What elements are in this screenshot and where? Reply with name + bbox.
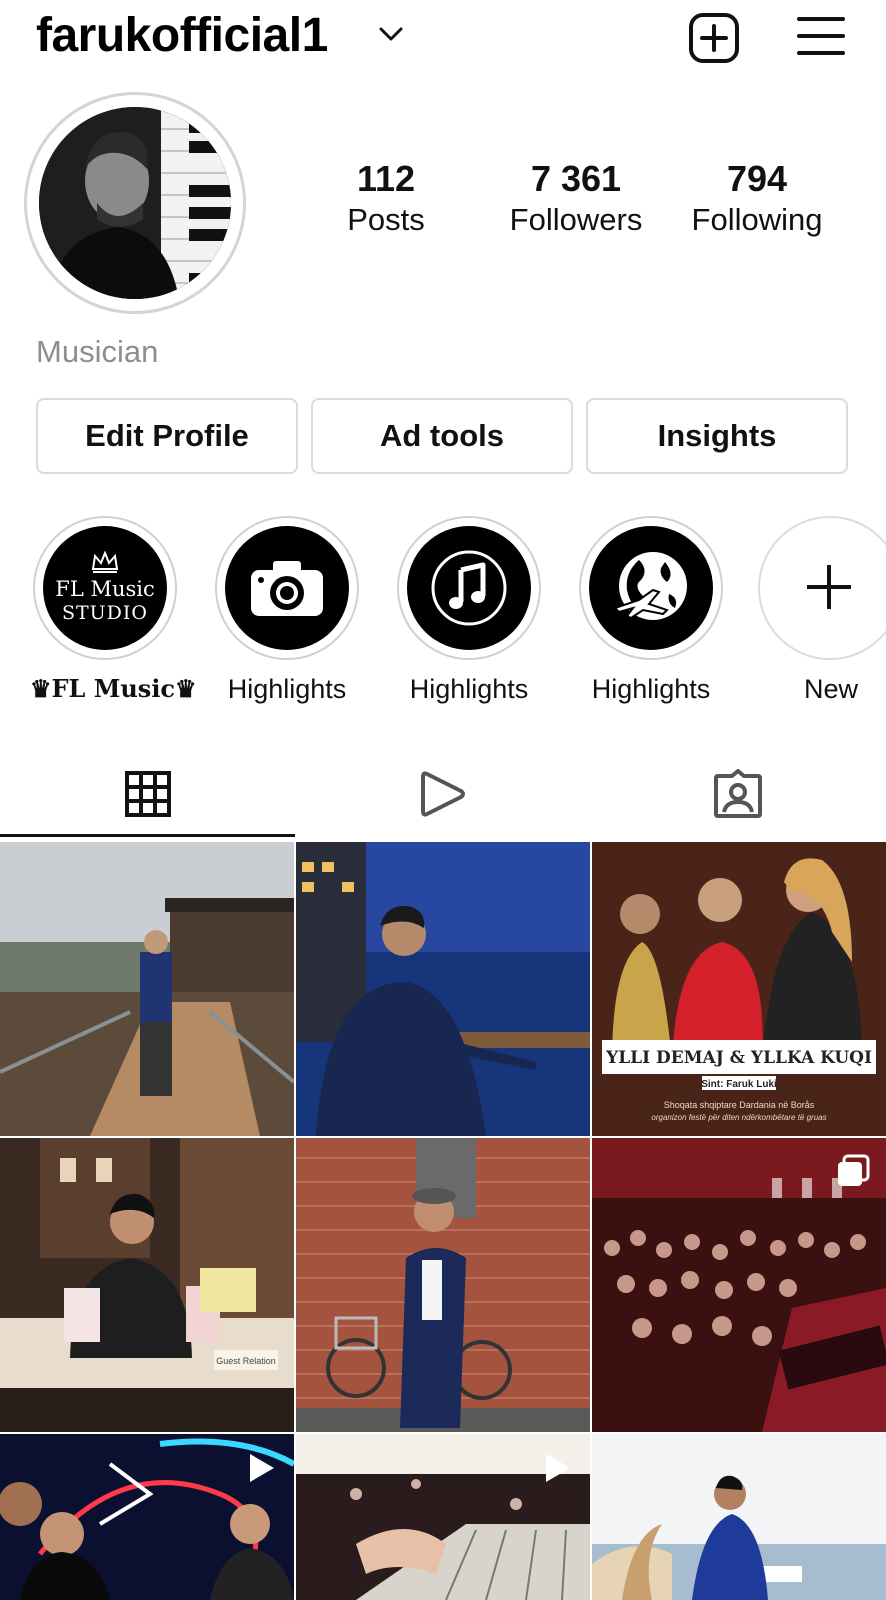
tab-tagged[interactable] bbox=[590, 748, 885, 840]
tab-posts-grid[interactable] bbox=[0, 748, 295, 840]
post-thumbnail[interactable] bbox=[0, 1434, 294, 1600]
top-bar: farukofficial1 bbox=[0, 0, 886, 80]
poster-title: YLLI DEMAJ & YLLKA KUQI bbox=[605, 1048, 872, 1068]
poster-subtitle: Sint: Faruk Luki bbox=[701, 1079, 777, 1090]
highlight-label: New bbox=[804, 674, 859, 704]
post-thumbnail[interactable]: Guest Relation bbox=[0, 1138, 294, 1432]
portrait-with-piano-icon bbox=[39, 107, 231, 299]
posts-count-label: Posts bbox=[347, 202, 425, 237]
active-tab-indicator bbox=[0, 834, 295, 837]
followers-count-label: Followers bbox=[509, 202, 643, 237]
highlight-ring bbox=[215, 516, 359, 660]
highlight-label: Highlights bbox=[409, 674, 529, 704]
desk-sign: Guest Relation bbox=[216, 1356, 276, 1366]
followers-count-value: 7 361 bbox=[530, 158, 622, 199]
highlight-ring: FL Music STUDIO bbox=[33, 516, 177, 660]
highlight-travel[interactable]: Highlights bbox=[576, 516, 726, 705]
username-title[interactable]: farukofficial1 bbox=[36, 8, 328, 63]
profile-category: Musician bbox=[36, 334, 159, 369]
highlight-camera[interactable]: Highlights bbox=[212, 516, 362, 705]
highlight-label: Highlights bbox=[591, 674, 711, 704]
logo-text-line2: STUDIO bbox=[61, 602, 148, 624]
post-thumbnail[interactable] bbox=[296, 842, 590, 1136]
post-thumbnail[interactable] bbox=[296, 1434, 590, 1600]
play-icon bbox=[420, 771, 465, 817]
play-badge-icon bbox=[250, 1454, 274, 1482]
insights-button[interactable]: Insights bbox=[586, 398, 848, 474]
highlight-new[interactable]: New bbox=[758, 516, 886, 705]
logo-text-line1: FL Music bbox=[55, 577, 155, 601]
following-count-value: 794 bbox=[726, 158, 788, 199]
following-count[interactable]: 794 Following bbox=[667, 158, 847, 240]
profile-tabs bbox=[0, 748, 886, 840]
camera-icon bbox=[225, 526, 349, 650]
plus-icon bbox=[807, 565, 851, 609]
crown-icon bbox=[91, 550, 119, 573]
poster-caption-1: Shoqata shqiptare Dardania në Borås bbox=[664, 1100, 815, 1110]
post-thumbnail[interactable]: YLLI DEMAJ & YLLKA KUQI Sint: Faruk Luki… bbox=[592, 842, 886, 1136]
post-thumbnail[interactable] bbox=[592, 1138, 886, 1432]
highlight-ring bbox=[579, 516, 723, 660]
play-badge-icon bbox=[546, 1454, 570, 1482]
highlight-ring bbox=[758, 516, 886, 660]
highlight-label: Highlights bbox=[227, 674, 347, 704]
following-count-label: Following bbox=[691, 202, 823, 237]
ad-tools-button[interactable]: Ad tools bbox=[311, 398, 573, 474]
highlight-fl-music[interactable]: FL Music STUDIO ♛FL Music♛ bbox=[30, 516, 197, 703]
hamburger-menu-icon[interactable] bbox=[796, 14, 846, 58]
carousel-badge-icon bbox=[838, 1154, 870, 1186]
post-thumbnail[interactable] bbox=[0, 842, 294, 1136]
post-image-seaside bbox=[592, 1434, 886, 1600]
highlight-label: ♛FL Music♛ bbox=[30, 674, 197, 703]
post-image-balcony bbox=[0, 842, 294, 1136]
post-thumbnail[interactable] bbox=[592, 1434, 886, 1600]
poster-caption-2: organizon festë për diten ndërkombëtare … bbox=[651, 1113, 826, 1122]
globe-plane-icon bbox=[589, 526, 713, 650]
post-image-event-poster: YLLI DEMAJ & YLLKA KUQI Sint: Faruk Luki… bbox=[592, 842, 886, 1136]
music-note-icon bbox=[407, 526, 531, 650]
highlight-ring bbox=[397, 516, 541, 660]
post-image-reception-desk: Guest Relation bbox=[0, 1138, 294, 1432]
post-thumbnail[interactable] bbox=[296, 1138, 590, 1432]
followers-count[interactable]: 7 361 Followers bbox=[486, 158, 666, 240]
post-image-waterfront bbox=[296, 842, 590, 1136]
post-image-brick-wall bbox=[296, 1138, 590, 1432]
posts-count[interactable]: 112 Posts bbox=[296, 158, 476, 240]
tab-reels[interactable] bbox=[295, 748, 590, 840]
posts-count-value: 112 bbox=[356, 158, 416, 199]
highlight-music[interactable]: Highlights bbox=[394, 516, 544, 705]
plus-square-icon[interactable] bbox=[688, 12, 740, 64]
edit-profile-button[interactable]: Edit Profile bbox=[36, 398, 298, 474]
fl-music-studio-logo: FL Music STUDIO bbox=[43, 526, 167, 650]
chevron-down-icon[interactable] bbox=[378, 24, 404, 44]
grid-icon bbox=[124, 771, 171, 817]
profile-avatar[interactable] bbox=[24, 92, 246, 314]
tagged-person-icon bbox=[713, 769, 762, 818]
